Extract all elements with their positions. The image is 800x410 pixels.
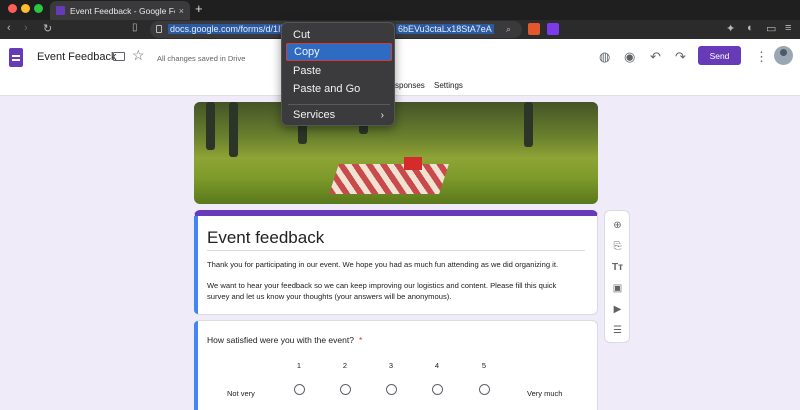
- more-options-icon[interactable]: ⋮: [755, 49, 768, 65]
- add-video-icon[interactable]: ▶: [611, 303, 624, 316]
- bookmark-icon[interactable]: ▯: [132, 22, 138, 33]
- close-window-button[interactable]: [8, 4, 17, 13]
- form-description-line-3[interactable]: survey and let us know your thoughts (yo…: [207, 291, 587, 302]
- address-bar-row: ‹ › ↻ ▯ docs.google.com/forms/d/1IY 6bEV…: [0, 20, 800, 39]
- picnic-basket: [404, 157, 422, 170]
- forward-icon[interactable]: ›: [24, 22, 28, 34]
- forms-logo-icon[interactable]: [9, 48, 23, 67]
- minimize-window-button[interactable]: [21, 4, 30, 13]
- question-text[interactable]: How satisfied were you with the event? *: [207, 335, 362, 345]
- submenu-arrow-icon: ›: [380, 109, 384, 121]
- header-image: [194, 102, 598, 204]
- brave-shield-icon[interactable]: [528, 23, 540, 35]
- new-tab-button[interactable]: +: [195, 1, 203, 16]
- menu-item-paste[interactable]: Paste: [286, 62, 392, 80]
- title-underline: [207, 250, 585, 251]
- maximize-window-button[interactable]: [34, 4, 43, 13]
- add-question-icon[interactable]: ⊕: [611, 219, 624, 232]
- wallet-icon[interactable]: ▭: [766, 22, 776, 35]
- tab-title: Event Feedback - Google Forms: [70, 5, 175, 16]
- tab-responses[interactable]: sponses: [395, 81, 425, 90]
- context-menu: Cut Copy Paste Paste and Go Services ›: [281, 22, 395, 126]
- forms-favicon-icon: [56, 6, 65, 15]
- picnic-blanket: [329, 164, 449, 194]
- add-section-icon[interactable]: ☰: [611, 324, 624, 337]
- avatar[interactable]: [774, 46, 793, 65]
- form-heading[interactable]: Event feedback: [207, 228, 324, 248]
- save-status: All changes saved in Drive: [157, 54, 246, 63]
- menu-item-services-label: Services: [293, 109, 336, 121]
- form-description-line-2[interactable]: We want to hear your feedback so we can …: [207, 280, 587, 291]
- url-text-start[interactable]: docs.google.com/forms/d/1IY: [168, 24, 289, 34]
- scale-number: 3: [388, 361, 394, 370]
- forms-header: Event Feedback ☆ All changes saved in Dr…: [0, 39, 800, 96]
- form-title-card[interactable]: Event feedback Thank you for participati…: [194, 210, 598, 315]
- scale-number: 4: [434, 361, 440, 370]
- import-questions-icon[interactable]: ⎘: [611, 240, 624, 253]
- menu-item-services[interactable]: Services ›: [286, 106, 392, 124]
- scale-high-label: Very much: [527, 389, 563, 398]
- extensions-icon[interactable]: ✦: [726, 22, 735, 35]
- star-icon[interactable]: ☆: [132, 47, 145, 64]
- question-toolbar: ⊕ ⎘ Tт ▣ ▶ ☰: [604, 210, 630, 343]
- scale-radio-2[interactable]: [340, 384, 351, 395]
- url-text-end[interactable]: 6bEVu3ctaLx18StA7eA: [396, 24, 494, 34]
- profile-sync-icon[interactable]: ◐: [747, 22, 754, 34]
- banner-person: [206, 102, 215, 150]
- tab-settings[interactable]: Settings: [434, 81, 463, 90]
- form-description-line-1[interactable]: Thank you for participating in our event…: [207, 259, 587, 270]
- zoom-icon[interactable]: ⌕: [506, 24, 511, 35]
- question-card[interactable]: How satisfied were you with the event? * …: [194, 320, 598, 410]
- menu-item-cut[interactable]: Cut: [286, 26, 392, 44]
- scale-low-label: Not very: [227, 389, 255, 398]
- banner-person: [524, 102, 533, 147]
- question-label: How satisfied were you with the event?: [207, 335, 354, 345]
- menu-item-paste-and-go[interactable]: Paste and Go: [286, 80, 392, 98]
- add-image-icon[interactable]: ▣: [611, 282, 624, 295]
- menu-separator: [288, 104, 390, 105]
- lock-icon: [156, 25, 162, 33]
- send-button[interactable]: Send: [698, 46, 741, 65]
- scale-number: 2: [342, 361, 348, 370]
- redo-icon[interactable]: ↷: [675, 49, 686, 65]
- menu-item-copy[interactable]: Copy: [286, 43, 392, 61]
- scale-number: 5: [481, 361, 487, 370]
- required-mark: *: [358, 335, 363, 345]
- form-title-field[interactable]: Event Feedback: [37, 51, 117, 63]
- scale-radio-1[interactable]: [294, 384, 305, 395]
- scale-number: 1: [296, 361, 302, 370]
- scale-radio-3[interactable]: [386, 384, 397, 395]
- menu-icon[interactable]: ≡: [785, 22, 791, 34]
- reload-icon[interactable]: ↻: [43, 22, 52, 35]
- close-tab-icon[interactable]: ×: [179, 6, 184, 16]
- folder-icon[interactable]: [113, 52, 125, 61]
- add-title-icon[interactable]: Tт: [611, 261, 624, 274]
- browser-tab-bar: Event Feedback - Google Forms × +: [0, 0, 800, 20]
- undo-icon[interactable]: ↶: [650, 49, 661, 65]
- banner-background: [194, 102, 598, 142]
- browser-tab[interactable]: Event Feedback - Google Forms ×: [50, 1, 190, 20]
- palette-icon[interactable]: ◍: [599, 49, 610, 65]
- back-icon[interactable]: ‹: [7, 22, 11, 34]
- banner-person: [229, 102, 238, 157]
- brave-rewards-icon[interactable]: [547, 23, 559, 35]
- scale-radio-4[interactable]: [432, 384, 443, 395]
- scale-radio-5[interactable]: [479, 384, 490, 395]
- preview-eye-icon[interactable]: ◉: [624, 49, 635, 65]
